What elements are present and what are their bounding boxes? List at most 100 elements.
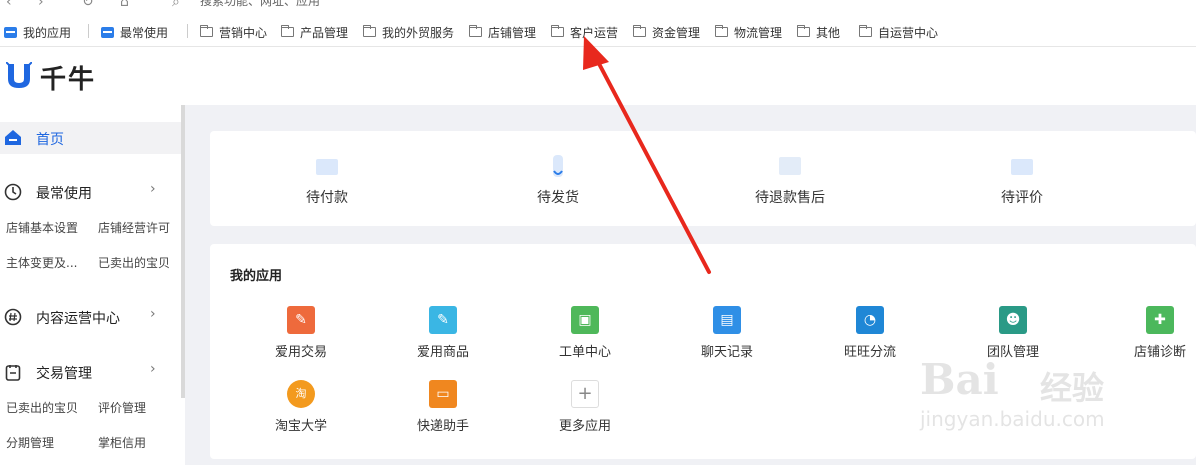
bookmark-bar: 我的应用 最常使用 营销中心 产品管理 我的外贸服务 店铺管理 客户运营 资金管… <box>0 18 1196 47</box>
sidebar-link[interactable]: 主体变更及... <box>6 254 77 271</box>
app-label: 快递助手 <box>416 419 469 434</box>
qianniu-logo-icon <box>6 62 32 88</box>
app-label: 爱用商品 <box>416 345 469 360</box>
wallet-icon <box>316 159 338 175</box>
logo-text: 千牛 <box>40 65 97 95</box>
home-icon[interactable]: ⌂ <box>120 0 129 10</box>
watermark-brand: Bai <box>920 355 999 404</box>
bookmark-logistics[interactable]: 物流管理 <box>715 22 782 42</box>
bookmark-label: 自运营中心 <box>878 25 939 40</box>
sidebar-link[interactable]: 已卖出的宝贝 <box>98 254 170 271</box>
sidebar-link[interactable]: 评价管理 <box>98 399 146 416</box>
taobao-university-icon: 淘 <box>287 380 315 408</box>
sidebar-link[interactable]: 掌柜信用 <box>98 434 146 451</box>
folder-icon <box>469 25 482 37</box>
refund-icon <box>779 157 801 175</box>
sidebar-link[interactable]: 已卖出的宝贝 <box>6 399 78 416</box>
folder-icon <box>551 25 564 37</box>
express-assistant-icon: ▭ <box>429 380 457 408</box>
browser-nav: ‹ › ↻ ⌂ ⌕ 搜索功能、网址、应用 <box>0 0 1196 10</box>
search-icon: ⌕ <box>172 0 180 10</box>
app-label: 聊天记录 <box>700 345 753 360</box>
review-icon <box>1011 159 1033 175</box>
sidebar-group-label: 最常使用 <box>36 186 92 202</box>
app-chat-history[interactable]: ▤ 聊天记录 <box>677 306 777 366</box>
bookmark-my-apps[interactable]: 我的应用 <box>4 22 71 42</box>
bookmark-marketing[interactable]: 营销中心 <box>200 22 267 42</box>
folder-icon <box>363 25 376 37</box>
folder-icon <box>281 25 294 37</box>
stat-label: 待付款 <box>306 190 348 206</box>
wangwang-split-icon: ◔ <box>856 306 884 334</box>
bookmark-products[interactable]: 产品管理 <box>281 22 348 42</box>
app-box-icon <box>101 26 114 38</box>
sidebar-group-trade[interactable]: 交易管理 › <box>0 357 182 387</box>
bookmark-label: 客户运营 <box>570 25 619 40</box>
bookmark-label: 其他 <box>816 25 841 40</box>
sidebar-link[interactable]: 店铺经营许可 <box>98 219 170 236</box>
back-icon[interactable]: ‹ <box>6 0 12 10</box>
baidu-watermark: Bai 经验 jingyan.baidu.com <box>920 355 1180 445</box>
aiyong-trade-icon: ✎ <box>287 306 315 334</box>
shop-diagnosis-icon: ✚ <box>1146 306 1174 334</box>
bookmark-foreign-trade[interactable]: 我的外贸服务 <box>363 22 454 42</box>
ticket-center-icon: ▣ <box>571 306 599 334</box>
app-more[interactable]: + 更多应用 <box>535 380 635 440</box>
stat-pending-shipment[interactable]: 待发货 <box>498 131 618 226</box>
app-express-assistant[interactable]: ▭ 快递助手 <box>393 380 493 440</box>
sidebar-group-content-ops[interactable]: 内容运营中心 › <box>0 302 182 332</box>
stat-label: 待发货 <box>537 190 579 206</box>
app-label: 工单中心 <box>558 345 611 360</box>
bookmark-label: 物流管理 <box>734 25 783 40</box>
sidebar-item-home[interactable]: 首页 <box>0 122 182 154</box>
chevron-right-icon: › <box>150 306 156 322</box>
stat-label: 待退款售后 <box>755 190 825 206</box>
bookmark-other[interactable]: 其他 <box>797 22 840 42</box>
refresh-icon[interactable]: ↻ <box>82 0 94 10</box>
sidebar-item-label: 首页 <box>36 132 64 148</box>
section-title: 我的应用 <box>230 269 283 284</box>
stat-refund-aftersale[interactable]: 待退款售后 <box>730 131 850 226</box>
bookmark-label: 营销中心 <box>219 25 268 40</box>
bookmark-label: 最常使用 <box>120 25 169 40</box>
plus-icon: + <box>571 380 599 408</box>
bookmark-self-ops[interactable]: 自运营中心 <box>859 22 938 42</box>
sidebar-scrollbar[interactable] <box>181 105 185 398</box>
stat-pending-payment[interactable]: 待付款 <box>267 131 387 226</box>
sidebar-group-label: 内容运营中心 <box>36 311 120 327</box>
app-label: 淘宝大学 <box>274 419 327 434</box>
bookmark-customer-ops[interactable]: 客户运营 <box>551 22 618 42</box>
stat-pending-review[interactable]: 待评价 <box>962 131 1082 226</box>
sidebar: 首页 最常使用 › 店铺基本设置 店铺经营许可 主体变更及... 已卖出的宝贝 … <box>0 105 182 465</box>
address-bar[interactable]: 搜索功能、网址、应用 <box>200 0 320 9</box>
app-wangwang-split[interactable]: ◔ 旺旺分流 <box>820 306 920 366</box>
order-status-card: 待付款 待发货 待退款售后 待评价 <box>210 131 1196 226</box>
sidebar-link[interactable]: 分期管理 <box>6 434 54 451</box>
bookmark-funds[interactable]: 资金管理 <box>633 22 700 42</box>
app-label: 更多应用 <box>558 419 611 434</box>
folder-icon <box>715 25 728 37</box>
box-icon <box>553 155 563 177</box>
bookmark-frequent[interactable]: 最常使用 <box>101 22 168 42</box>
app-aiyong-goods[interactable]: ✎ 爱用商品 <box>393 306 493 366</box>
clipboard-icon <box>5 365 21 381</box>
clock-icon <box>4 183 22 201</box>
bookmark-shop-management[interactable]: 店铺管理 <box>469 22 536 42</box>
forward-icon[interactable]: › <box>38 0 44 10</box>
chat-history-icon: ▤ <box>713 306 741 334</box>
sidebar-link[interactable]: 店铺基本设置 <box>6 219 78 236</box>
sidebar-group-frequent[interactable]: 最常使用 › <box>0 177 182 207</box>
app-label: 爱用交易 <box>274 345 327 360</box>
watermark-url: jingyan.baidu.com <box>920 407 1105 431</box>
app-box-icon <box>4 26 17 38</box>
bookmark-label: 产品管理 <box>300 25 349 40</box>
app-label: 旺旺分流 <box>843 345 896 360</box>
app-aiyong-trade[interactable]: ✎ 爱用交易 <box>251 306 351 366</box>
app-taobao-university[interactable]: 淘 淘宝大学 <box>251 380 351 440</box>
app-ticket-center[interactable]: ▣ 工单中心 <box>535 306 635 366</box>
folder-icon <box>200 25 213 37</box>
bookmark-label: 资金管理 <box>652 25 701 40</box>
stat-label: 待评价 <box>1001 190 1043 206</box>
hash-icon <box>4 308 22 326</box>
bookmark-label: 我的外贸服务 <box>382 25 455 40</box>
